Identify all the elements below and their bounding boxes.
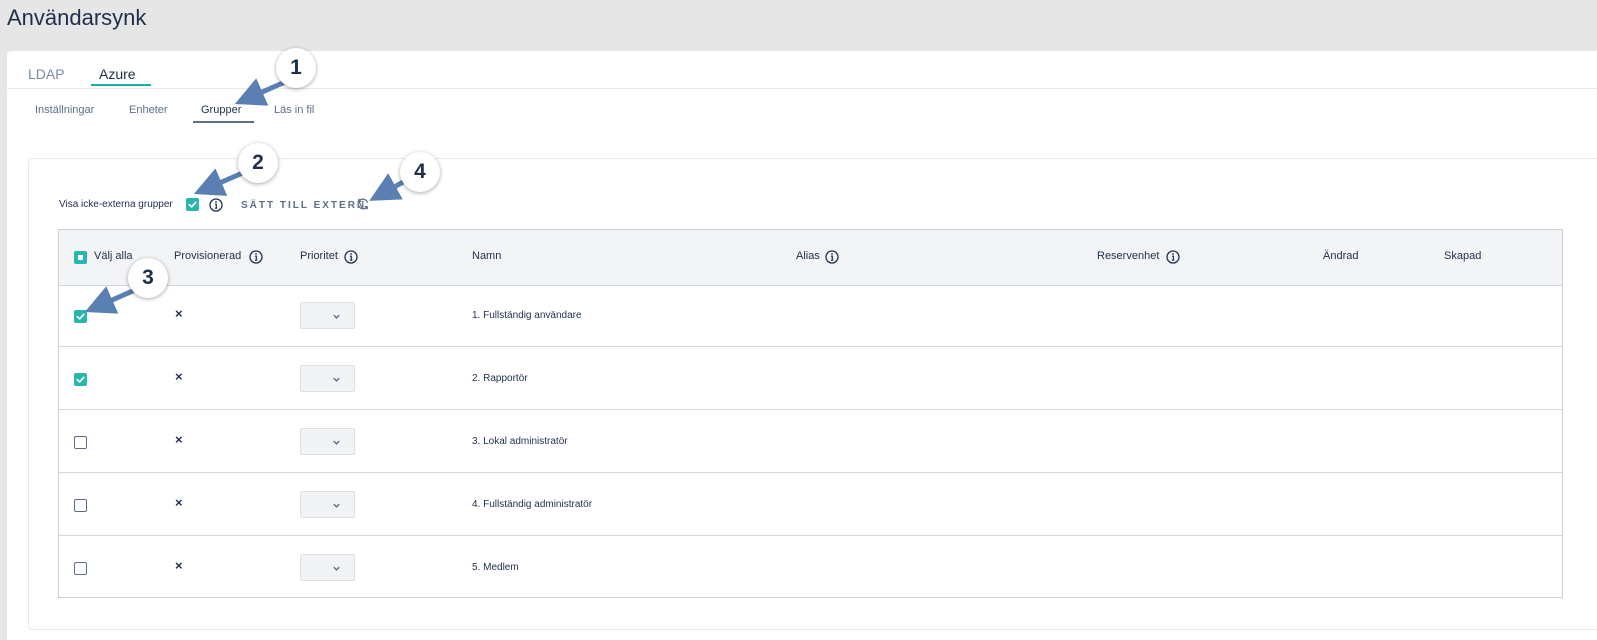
group-name: 5. Medlem — [472, 562, 519, 573]
row-checkbox[interactable] — [74, 436, 87, 449]
show-non-external-checkbox[interactable] — [186, 198, 199, 211]
chevron-down-icon — [333, 377, 340, 382]
close-icon: × — [175, 558, 183, 573]
select-all-label: Välj alla — [94, 250, 133, 262]
refresh-icon[interactable] — [356, 197, 370, 211]
select-all-checkbox[interactable] — [74, 251, 87, 264]
table-row[interactable]: × 1. Fullständig användare — [59, 285, 1562, 347]
groups-panel: Visa icke-externa grupper SÄTT TILL EXTE… — [28, 158, 1597, 630]
subtab-las-in-fil[interactable]: Läs in fil — [274, 104, 314, 116]
table-row[interactable]: × 2. Rapportör — [59, 348, 1562, 410]
group-name: 3. Lokal administratör — [472, 436, 568, 447]
priority-select[interactable] — [300, 491, 355, 518]
priority-select[interactable] — [300, 365, 355, 392]
col-alias: Alias — [796, 250, 820, 262]
info-icon[interactable] — [344, 250, 358, 264]
info-icon[interactable] — [825, 250, 839, 264]
priority-select[interactable] — [300, 302, 355, 329]
show-non-external-label: Visa icke-externa grupper — [59, 199, 173, 210]
content-card: LDAP Azure Inställningar Enheter Grupper… — [7, 51, 1597, 640]
info-icon[interactable] — [249, 250, 263, 264]
table-header: Välj alla Provisionerad Prioritet Namn A… — [59, 230, 1562, 286]
row-checkbox[interactable] — [74, 373, 87, 386]
close-icon: × — [175, 432, 183, 447]
priority-select[interactable] — [300, 554, 355, 581]
col-skapad: Skapad — [1444, 250, 1482, 262]
col-namn: Namn — [472, 250, 502, 262]
col-provisionerad: Provisionerad — [174, 250, 242, 262]
set-extern-button[interactable]: SÄTT TILL EXTERN — [241, 200, 366, 211]
callout-3: 3 — [128, 258, 168, 298]
subtab-grupper[interactable]: Grupper — [192, 104, 255, 123]
group-name: 1. Fullständig användare — [472, 310, 582, 321]
table-row[interactable]: × 3. Lokal administratör — [59, 411, 1562, 473]
info-icon[interactable] — [1166, 250, 1180, 264]
info-icon[interactable] — [209, 198, 223, 212]
table-row[interactable]: × 4. Fullständig administratör — [59, 474, 1562, 536]
check-icon — [76, 376, 85, 383]
page-title: Användarsynk — [7, 5, 147, 30]
tab-ldap[interactable]: LDAP — [28, 66, 65, 82]
check-icon — [76, 313, 85, 320]
col-andrad: Ändrad — [1323, 250, 1359, 262]
close-icon: × — [175, 495, 183, 510]
col-reservenhet: Reservenhet — [1097, 250, 1160, 262]
groups-table: Välj alla Provisionerad Prioritet Namn A… — [58, 229, 1563, 598]
chevron-down-icon — [333, 440, 340, 445]
tab-azure[interactable]: Azure — [91, 66, 150, 86]
subtab-installningar[interactable]: Inställningar — [35, 104, 94, 116]
group-name: 4. Fullständig administratör — [472, 499, 593, 510]
callout-2: 2 — [238, 143, 278, 183]
check-icon — [188, 201, 197, 208]
row-checkbox[interactable] — [74, 310, 87, 323]
table-row[interactable]: × 5. Medlem — [59, 537, 1562, 599]
chevron-down-icon — [333, 503, 340, 508]
main-tabs: LDAP Azure — [7, 51, 1597, 89]
row-checkbox[interactable] — [74, 499, 87, 512]
close-icon: × — [175, 306, 183, 321]
chevron-down-icon — [333, 314, 340, 319]
group-name: 2. Rapportör — [472, 373, 528, 384]
subtab-enheter[interactable]: Enheter — [129, 104, 168, 116]
callout-1: 1 — [276, 48, 316, 88]
row-checkbox[interactable] — [74, 562, 87, 575]
close-icon: × — [175, 369, 183, 384]
chevron-down-icon — [333, 566, 340, 571]
priority-select[interactable] — [300, 428, 355, 455]
callout-4: 4 — [400, 152, 440, 192]
col-prioritet: Prioritet — [300, 250, 338, 262]
